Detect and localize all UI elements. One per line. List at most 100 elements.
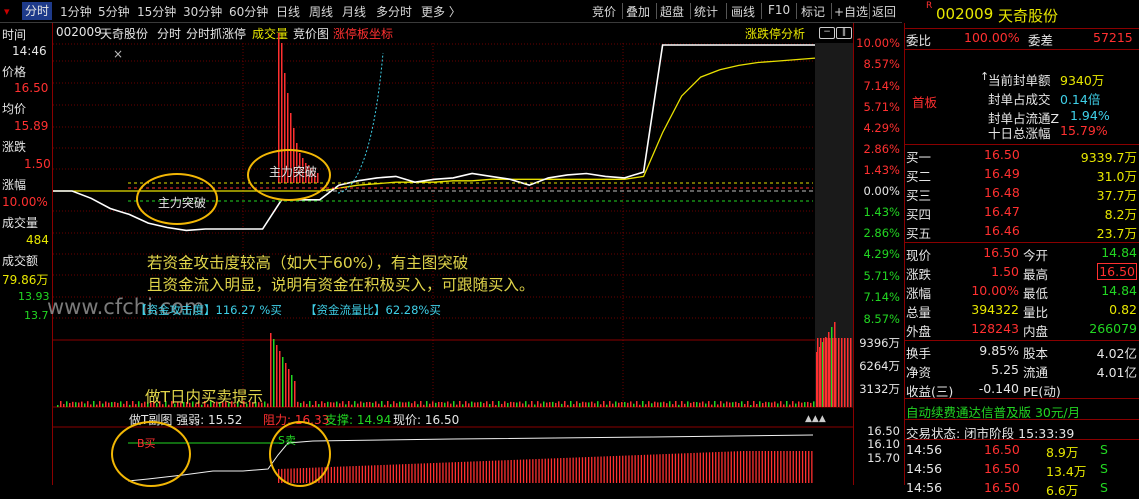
collapse-icon[interactable]: ▲▲▲ — [805, 414, 826, 424]
stat-label: 收益(三) — [906, 384, 954, 399]
sub-chart-bar — [346, 466, 348, 483]
f10-button[interactable]: F10 — [768, 3, 790, 17]
sub-chart-bar — [668, 453, 670, 483]
volume-bar — [696, 402, 698, 407]
volume-bar — [687, 401, 689, 407]
close-icon[interactable]: × — [113, 47, 123, 61]
sub-chart-bar — [578, 457, 580, 483]
tab-15min[interactable]: 15分钟 — [137, 3, 176, 20]
volume-bar — [312, 404, 314, 407]
tab-fenshi[interactable]: 分时 — [22, 2, 53, 20]
volume-bar — [534, 404, 536, 407]
sub-chart-bar — [473, 461, 475, 483]
volume-bar — [69, 403, 71, 407]
tab-daily[interactable]: 日线 — [276, 3, 300, 20]
volume-bar — [540, 403, 542, 407]
tick-time: 14:56 — [906, 461, 943, 476]
volume-bar — [402, 402, 404, 407]
tab-weekly[interactable]: 周线 — [309, 3, 333, 20]
volume-bar — [498, 401, 500, 407]
stat-value: 14.84 — [1101, 283, 1137, 298]
sub-support: 支撑: 14.94 — [325, 413, 392, 427]
order-row[interactable]: 买二 16.49 31.0万 — [904, 165, 1139, 184]
annotation-circle-3 — [111, 421, 191, 487]
stat-value: 16.50 — [983, 245, 1019, 260]
volume-bar — [129, 404, 131, 407]
sub-chart-bar — [398, 464, 401, 483]
order-row[interactable]: 买三 16.48 37.7万 — [904, 184, 1139, 203]
stat-label: 内盘 — [1023, 324, 1049, 339]
volume-bar — [663, 401, 665, 407]
tab-monthly[interactable]: 月线 — [342, 3, 366, 20]
volume-bar — [714, 401, 716, 407]
volume-bar — [630, 401, 632, 407]
order-volume: 23.7万 — [1096, 226, 1137, 241]
tab-60min[interactable]: 60分钟 — [229, 3, 268, 20]
volume-bar — [823, 338, 825, 407]
volume-bar — [324, 403, 326, 407]
volume-bar — [387, 401, 389, 407]
sub-chart-bar — [687, 453, 689, 483]
volume-bar — [801, 402, 803, 407]
sub-chart-bar — [433, 463, 435, 483]
volume-bar — [798, 401, 800, 407]
sub-chart-bar — [588, 457, 590, 483]
mark-button[interactable]: 标记 — [801, 3, 825, 20]
axis-lower-3: 15.70 — [867, 451, 900, 465]
intraday-chart[interactable]: 002009 天奇股份 分时 分时抓涨停 成交量 竞价图 涨停板坐标 涨跌停分析… — [47, 23, 853, 487]
sub-chart-bar — [476, 461, 478, 483]
menu-icon[interactable]: ▾ — [4, 5, 16, 18]
volume-bar — [841, 338, 843, 407]
volume-bar — [303, 401, 305, 407]
draw-button[interactable]: 画线 — [731, 3, 755, 20]
sub-chart-bar — [550, 458, 553, 483]
sub-chart-bar — [457, 462, 460, 483]
volume-bar — [297, 401, 299, 407]
pct-label: 涨幅 — [2, 178, 27, 192]
sub-chart-bar — [467, 461, 469, 483]
tab-more[interactable]: 更多 〉 — [421, 3, 461, 20]
tick-price: 16.50 — [984, 442, 1020, 457]
volume-bar — [753, 401, 755, 407]
superdisk-button[interactable]: 超盘 — [660, 3, 684, 20]
volume-bar — [729, 402, 731, 407]
stat-value: 16.50 — [1097, 263, 1137, 280]
auction-button[interactable]: 竞价 — [592, 3, 616, 20]
axis-pct-up-4: 5.71% — [863, 100, 900, 114]
tab-5min[interactable]: 5分钟 — [98, 3, 130, 20]
volume-bar — [795, 403, 797, 407]
tab-30min[interactable]: 30分钟 — [183, 3, 222, 20]
axis-vol-2: 6264万 — [859, 359, 900, 373]
volume-bar — [384, 404, 386, 407]
tab-multi-fenshi[interactable]: 多分时 — [376, 3, 412, 20]
volume-bar — [829, 338, 831, 407]
order-row[interactable]: 买五 16.46 23.7万 — [904, 222, 1139, 241]
order-row[interactable]: 买一 16.50 9339.7万 — [904, 146, 1139, 165]
volume-bar — [832, 338, 834, 407]
volume-bar — [396, 403, 398, 407]
sub-chart-bar — [767, 451, 770, 483]
tab-1min[interactable]: 1分钟 — [60, 3, 92, 20]
sub-chart-bar — [429, 463, 432, 483]
sub-chart-bar — [696, 452, 698, 483]
sub-chart-bar — [563, 457, 565, 483]
pct-value: 10.00% — [2, 195, 48, 209]
volume-bar — [820, 338, 822, 407]
back-button[interactable]: 返回 — [872, 3, 896, 20]
volume-bar — [321, 401, 323, 407]
order-label: 买一 — [906, 150, 932, 165]
volume-bar — [756, 403, 758, 407]
order-row[interactable]: 买四 16.47 8.2万 — [904, 203, 1139, 222]
add-watchlist-button[interactable]: +自选 — [834, 3, 868, 20]
sub-chart-bar — [600, 456, 602, 483]
sub-chart-bar — [417, 463, 419, 483]
sub-chart-bar — [408, 463, 410, 483]
overlay-button[interactable]: 叠加 — [626, 3, 650, 20]
volume-bar — [603, 401, 605, 407]
vol-value: 484 — [26, 233, 49, 247]
volume-bar — [420, 401, 422, 407]
sub-chart-bar — [650, 454, 652, 483]
sub-chart-bar — [374, 465, 376, 483]
stats-button[interactable]: 统计 — [694, 3, 718, 20]
volume-bar — [87, 401, 89, 407]
